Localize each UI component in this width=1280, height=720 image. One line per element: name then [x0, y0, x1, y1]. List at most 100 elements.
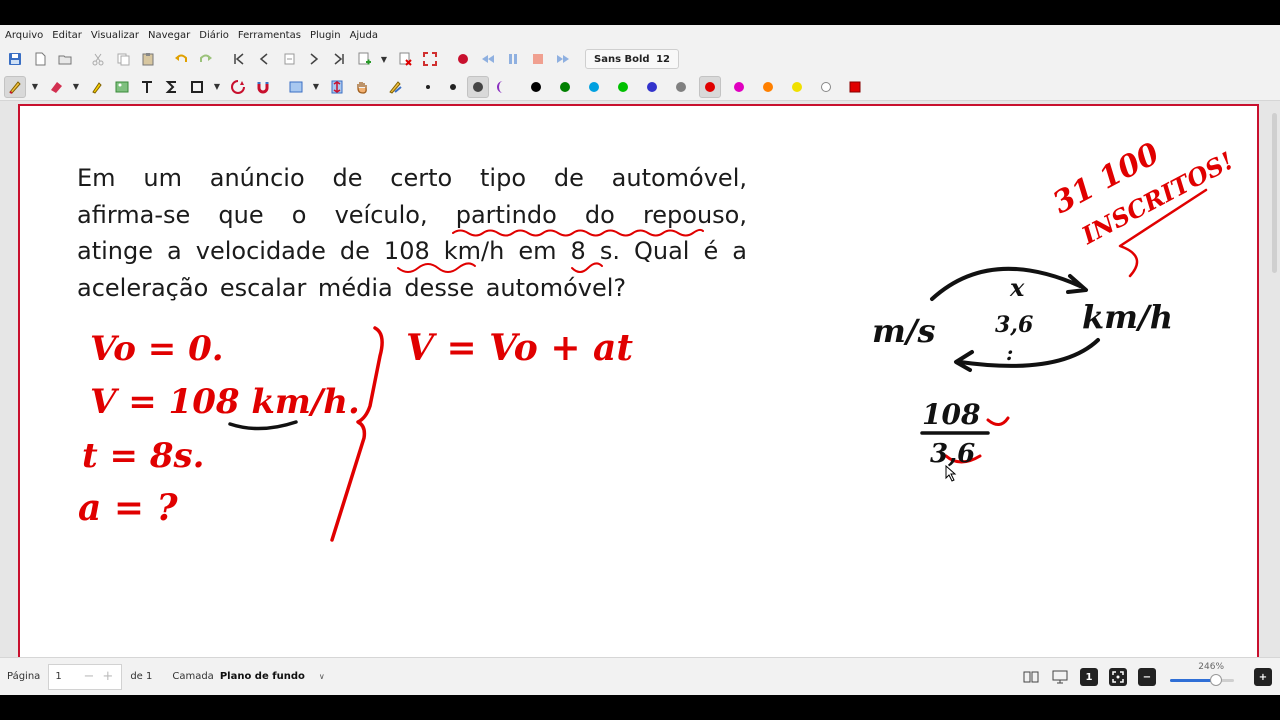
delete-page-icon[interactable]	[394, 48, 416, 70]
stop-icon[interactable]	[527, 48, 549, 70]
color-black[interactable]	[525, 76, 547, 98]
page-stepper[interactable]: −+	[84, 669, 122, 684]
cut-icon[interactable]	[87, 48, 109, 70]
pause-icon[interactable]	[502, 48, 524, 70]
zoom-slider-handle[interactable]	[1210, 674, 1223, 686]
menu-bar: Arquivo Editar Visualizar Navegar Diário…	[0, 25, 1280, 45]
undo-icon[interactable]	[170, 48, 192, 70]
vertical-scrollbar[interactable]	[1272, 113, 1277, 273]
menu-arquivo[interactable]: Arquivo	[5, 30, 43, 41]
color-light-blue[interactable]	[583, 76, 605, 98]
chevron-down-icon[interactable]: ∨	[319, 672, 325, 681]
two-page-view-icon[interactable]	[1022, 668, 1040, 686]
rectangle-tool-icon[interactable]	[186, 76, 208, 98]
color-red[interactable]	[699, 75, 721, 98]
open-folder-icon[interactable]	[54, 48, 76, 70]
image-tool-icon[interactable]	[111, 76, 133, 98]
hand-tool-icon[interactable]	[351, 76, 373, 98]
magnet-tool-icon[interactable]	[252, 76, 274, 98]
given-v0: Vo = 0.	[90, 329, 224, 369]
bottom-letterbox	[0, 695, 1280, 720]
fraction-denominator: 3,6	[930, 439, 975, 469]
fraction-numerator: 108	[922, 398, 980, 431]
thickness-thick-icon[interactable]	[467, 75, 489, 98]
given-a: a = ?	[78, 487, 179, 529]
chevron-down-icon[interactable]: ▼	[211, 76, 223, 98]
menu-diario[interactable]: Diário	[199, 30, 229, 41]
color-magenta[interactable]	[728, 76, 750, 98]
menu-plugin[interactable]: Plugin	[310, 30, 341, 41]
page-label: Página	[7, 671, 41, 682]
fast-forward-icon[interactable]	[552, 48, 574, 70]
menu-editar[interactable]: Editar	[52, 30, 82, 41]
page-number-value: 1	[55, 671, 62, 682]
custom-color-button[interactable]	[844, 76, 866, 98]
text-tool-icon[interactable]	[136, 76, 158, 98]
pen-tool-icon[interactable]	[4, 75, 26, 98]
main-toolbar: ▼ Sans Bold 12	[0, 45, 1280, 73]
select-rect-icon[interactable]	[285, 76, 307, 98]
highlighter-tool-icon[interactable]	[86, 76, 108, 98]
first-page-icon[interactable]	[228, 48, 250, 70]
page-count: de 1	[130, 671, 153, 682]
color-blue[interactable]	[641, 76, 663, 98]
menu-ferramentas[interactable]: Ferramentas	[238, 30, 301, 41]
journal-page[interactable]: Em um anúncio de certo tipo de automóvel…	[18, 104, 1259, 664]
record-icon[interactable]	[452, 48, 474, 70]
zoom-fit-icon[interactable]	[1109, 668, 1127, 686]
menu-visualizar[interactable]: Visualizar	[91, 30, 139, 41]
chevron-down-icon[interactable]: ▼	[29, 76, 41, 98]
font-name: Sans Bold	[594, 53, 650, 65]
default-tools-icon[interactable]	[384, 76, 406, 98]
handwriting-layer: Vo = 0. V = 108 km/h. t = 8s. a = ? V = …	[78, 136, 1238, 542]
chevron-down-icon[interactable]: ▼	[310, 76, 322, 98]
copy-icon[interactable]	[112, 48, 134, 70]
color-gray[interactable]	[670, 76, 692, 98]
conv-to: km/h	[1082, 298, 1173, 336]
fill-icon[interactable]	[492, 76, 514, 98]
conv-op-top: x	[1009, 273, 1025, 302]
fullscreen-icon[interactable]	[419, 48, 441, 70]
rotate-tool-icon[interactable]	[227, 76, 249, 98]
color-yellow[interactable]	[786, 76, 808, 98]
zoom-slider[interactable]: 246%	[1170, 662, 1234, 686]
thickness-fine-icon[interactable]	[417, 76, 439, 98]
document-workspace: Em um anúncio de certo tipo de automóvel…	[0, 101, 1280, 664]
zoom-out-icon[interactable]: −	[1138, 668, 1156, 686]
color-green[interactable]	[554, 76, 576, 98]
color-light-green[interactable]	[612, 76, 634, 98]
status-right-controls: 1 − 246% +	[1011, 658, 1272, 696]
conv-op-bottom: :	[1006, 341, 1013, 365]
redo-icon[interactable]	[195, 48, 217, 70]
zoom-in-icon[interactable]: +	[1254, 668, 1272, 686]
next-page-icon[interactable]	[303, 48, 325, 70]
formula: V = Vo + at	[406, 327, 633, 369]
presentation-mode-icon[interactable]	[1051, 668, 1069, 686]
vertical-space-icon[interactable]	[326, 76, 348, 98]
font-selector[interactable]: Sans Bold 12	[585, 49, 679, 69]
zoom-100-icon[interactable]: 1	[1080, 668, 1098, 686]
color-orange[interactable]	[757, 76, 779, 98]
rewind-icon[interactable]	[477, 48, 499, 70]
new-page-icon[interactable]	[29, 48, 51, 70]
layer-selector[interactable]: Plano de fundo	[220, 671, 305, 682]
chevron-down-icon[interactable]: ▼	[70, 76, 82, 98]
goto-page-icon[interactable]	[278, 48, 300, 70]
color-white[interactable]	[815, 76, 837, 98]
previous-page-icon[interactable]	[253, 48, 275, 70]
conv-from: m/s	[872, 312, 936, 350]
menu-ajuda[interactable]: Ajuda	[350, 30, 378, 41]
last-page-icon[interactable]	[328, 48, 350, 70]
page-number-input[interactable]: 1 −+	[48, 663, 123, 690]
paste-icon[interactable]	[137, 48, 159, 70]
layer-label: Camada	[172, 671, 214, 682]
given-v: V = 108 km/h.	[90, 382, 360, 422]
eraser-tool-icon[interactable]	[45, 76, 67, 98]
math-tool-icon[interactable]	[161, 76, 183, 98]
add-page-icon[interactable]	[353, 48, 375, 70]
save-icon[interactable]	[4, 48, 26, 70]
menu-navegar[interactable]: Navegar	[148, 30, 190, 41]
chevron-down-icon[interactable]: ▼	[378, 48, 390, 70]
thickness-medium-icon[interactable]	[442, 76, 464, 98]
font-size: 12	[656, 53, 670, 65]
